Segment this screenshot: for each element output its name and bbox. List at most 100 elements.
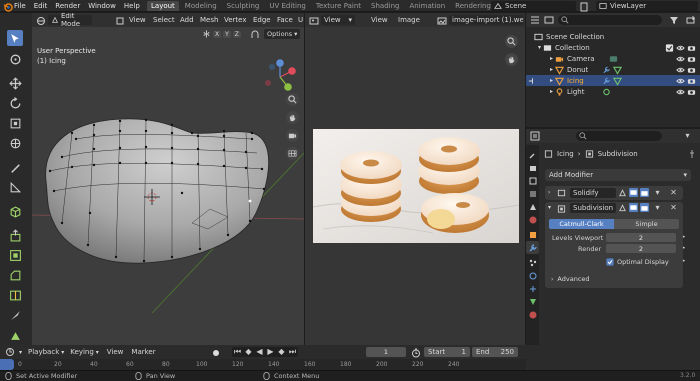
stopwatch-icon[interactable] [410, 347, 421, 358]
viewport-menu-vertex[interactable]: Vertex [224, 15, 247, 25]
outliner-row-scene-collection[interactable]: Scene Collection [526, 31, 700, 42]
keyframe-dot-icon[interactable]: • [682, 258, 686, 265]
visibility-eye-icon[interactable] [676, 76, 685, 85]
filter-display-icon[interactable] [543, 15, 554, 26]
image-pan-hand-icon[interactable] [505, 53, 518, 66]
outliner-row-light[interactable]: ▸ Light [526, 86, 700, 97]
viewport-menu-view[interactable]: View [129, 15, 146, 25]
menu-window[interactable]: Window [88, 2, 116, 10]
current-frame-field[interactable]: 1 [366, 347, 406, 357]
simple-button[interactable]: Simple [614, 219, 679, 229]
add-modifier-button[interactable]: Add Modifier ▾ [545, 169, 691, 181]
dropdown-chevron-icon[interactable]: ▾ [653, 203, 662, 212]
filter-icon[interactable] [668, 15, 679, 26]
new-scene-icon[interactable] [578, 1, 589, 12]
render-camera-icon[interactable] [687, 54, 696, 63]
image-browse-icon[interactable] [436, 15, 447, 26]
solidify-name-field[interactable]: Solidify [570, 188, 616, 198]
render-levels-field[interactable]: 2 [606, 244, 676, 253]
outliner-search[interactable] [558, 15, 662, 25]
image-zoom-icon[interactable] [505, 35, 518, 48]
viewport-menu-edge[interactable]: Edge [253, 15, 271, 25]
subdivision-name-field[interactable]: Subdivision [570, 203, 616, 213]
visibility-eye-icon[interactable] [676, 54, 685, 63]
timeline-type-icon[interactable] [4, 347, 15, 358]
scale-icon[interactable] [7, 115, 23, 131]
outliner-row-icing[interactable]: ▸ Icing [526, 75, 700, 86]
keyframe-dot-icon[interactable]: • [682, 245, 686, 252]
tab-rendering[interactable]: Rendering [451, 1, 495, 11]
start-frame-field[interactable]: Start 1 [424, 347, 470, 357]
record-icon[interactable] [210, 347, 221, 358]
visibility-eye-icon[interactable] [676, 87, 685, 96]
options-dropdown[interactable]: Options ▾ [264, 29, 301, 39]
close-icon[interactable]: ✕ [669, 188, 678, 197]
axis-y-toggle[interactable]: Y [223, 30, 231, 38]
advanced-subpanel[interactable]: › Advanced [551, 274, 590, 284]
timeline-menu-keying[interactable]: Keying [70, 348, 94, 356]
properties-type-icon[interactable] [529, 131, 540, 142]
icing-mesh[interactable] [32, 73, 304, 313]
vertex-select-icon[interactable] [114, 15, 125, 26]
catmull-clark-button[interactable]: Catmull-Clark [549, 219, 614, 229]
render-camera-icon[interactable] [687, 43, 696, 52]
edit-mode-toggle-icon[interactable] [528, 76, 537, 85]
tab-animation[interactable]: Animation [405, 1, 449, 11]
properties-search[interactable] [576, 131, 662, 141]
select-box-icon[interactable] [7, 30, 23, 46]
axis-z-toggle[interactable]: Z [232, 30, 241, 38]
move-icon[interactable] [7, 75, 23, 91]
menu-help[interactable]: Help [124, 2, 140, 10]
view-mode-dropdown[interactable]: View ▾ [321, 15, 355, 25]
expand-down-icon[interactable]: ▾ [548, 204, 551, 211]
inset-icon[interactable] [7, 247, 23, 263]
timeline-menu-view[interactable]: View [107, 348, 124, 356]
scene-selector[interactable]: Scene [491, 1, 576, 11]
timeline-menu-playback[interactable]: Playback [28, 348, 59, 356]
bevel-icon[interactable] [7, 267, 23, 283]
edit-cage-icon[interactable] [618, 203, 627, 212]
realtime-display-icon[interactable] [629, 203, 638, 212]
image-menu-view[interactable]: View [371, 16, 388, 24]
visibility-eye-icon[interactable] [676, 43, 685, 52]
viewport-menu-select[interactable]: Select [153, 15, 175, 25]
outliner-row-collection[interactable]: ▾ Collection [526, 42, 700, 53]
expand-down-icon[interactable]: ▾ [538, 44, 541, 51]
mirror-icon[interactable] [202, 30, 211, 39]
close-icon[interactable]: ✕ [669, 203, 678, 212]
poly-build-icon[interactable] [7, 327, 23, 343]
view-layer-selector[interactable]: ViewLayer [596, 1, 698, 11]
tab-sculpting[interactable]: Sculpting [223, 1, 264, 11]
modifier-solidify[interactable]: › Solidify ▾ ✕ [545, 186, 683, 200]
optimal-display-toggle[interactable]: Optimal Display [606, 257, 669, 266]
image-name-field[interactable]: image-import (1).webp [449, 15, 523, 25]
pin-icon[interactable] [686, 148, 697, 159]
blender-logo-icon[interactable] [2, 1, 13, 12]
next-keyframe-icon[interactable]: ◆ [276, 347, 287, 358]
extrude-icon[interactable] [7, 227, 23, 243]
measure-icon[interactable] [7, 179, 23, 195]
visibility-eye-icon[interactable] [676, 65, 685, 74]
outliner-type-icon[interactable] [529, 15, 540, 26]
play-icon[interactable]: ▶ [265, 347, 276, 358]
3d-viewport[interactable]: Edit Mode View Select Add Mesh Vertex Ed… [32, 13, 304, 345]
expand-right-icon[interactable]: ▸ [550, 88, 553, 95]
jump-start-icon[interactable]: ⏮ [232, 347, 243, 358]
keyframe-dot-icon[interactable]: • [682, 234, 686, 241]
play-reverse-icon[interactable]: ◀ [254, 347, 265, 358]
editor-type-icon[interactable] [35, 15, 46, 26]
render-camera-icon[interactable] [687, 87, 696, 96]
playhead[interactable] [0, 359, 14, 370]
render-camera-icon[interactable] [640, 188, 649, 197]
rotate-icon[interactable] [7, 95, 23, 111]
axis-x-toggle[interactable]: X [213, 30, 222, 38]
render-camera-icon[interactable] [640, 203, 649, 212]
render-camera-icon[interactable] [687, 65, 696, 74]
viewport-menu-face[interactable]: Face [277, 15, 293, 25]
scene-tab-icon[interactable] [527, 201, 538, 212]
render-tab-icon[interactable] [527, 162, 538, 173]
physics-tab-icon[interactable] [527, 270, 538, 281]
annotate-icon[interactable] [7, 159, 23, 175]
edit-cage-icon[interactable] [618, 188, 627, 197]
options-chevron-icon[interactable]: ▾ [682, 131, 693, 142]
